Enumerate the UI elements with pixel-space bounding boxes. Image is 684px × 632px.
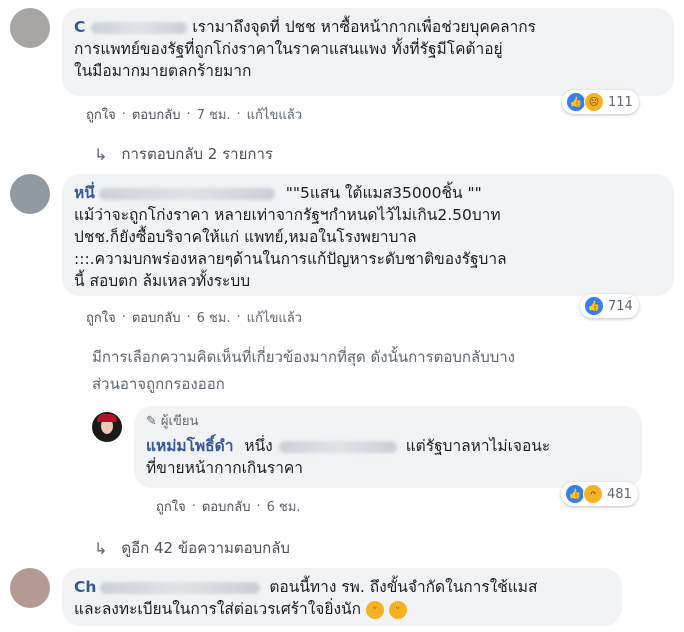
separator: · (236, 310, 241, 325)
commenter-name[interactable]: C (74, 18, 188, 36)
reaction-count: 714 (608, 298, 633, 314)
reaction-summary[interactable]: 👍 ☹ 111 (562, 90, 639, 114)
comment-bubble: หนึ่ ""5แสน ใต้แมส35000ชิ้น "" แม้ว่าจะถ… (62, 174, 674, 296)
avatar[interactable] (10, 174, 50, 214)
notice-text: มีการเลือกความคิดเห็นที่เกี่ยวข้องมากที่… (92, 348, 515, 366)
sad-face-emoji-icon: ᵕ (388, 600, 407, 619)
like-icon: 👍 (584, 296, 604, 316)
commenter-name[interactable]: แหม่มโพธิ์ดำ (146, 437, 233, 455)
comment-text: การแพทย์ของรัฐที่ถูกโก่งราคาในราคาแสนแพง… (74, 40, 503, 58)
like-link[interactable]: ถูกใจ (86, 104, 116, 125)
comment-bubble: C เรามาถึงจุดที่ ปชช หาซื้อหน้ากากเพื่อช… (62, 8, 674, 96)
like-icon: 👍 (566, 92, 586, 112)
comment-actions: ถูกใจ · ตอบกลับ · 7 ชม. · แก้ไขแล้ว (86, 104, 302, 125)
separator: · (186, 107, 191, 122)
reply-bubble: ✎ ผู้เขียน แหม่มโพธิ์ดำ หนึ่ง แต่รัฐบาลห… (134, 406, 642, 488)
view-more-replies-label: ดูอีก 42 ข้อความตอบกลับ (121, 539, 290, 557)
author-badge: ✎ ผู้เขียน (146, 411, 630, 433)
comment-actions: ถูกใจ · ตอบกลับ · 6 ชม. (156, 496, 301, 517)
reply-link[interactable]: ตอบกลับ (132, 307, 181, 328)
reaction-summary[interactable]: 👍 ᴖ 481 (561, 482, 638, 506)
sad-icon: ☹ (584, 92, 604, 112)
timestamp[interactable]: 6 ชม. (267, 496, 301, 517)
commenter-name[interactable]: หนึ่ (74, 184, 275, 202)
timestamp[interactable]: 6 ชม. (197, 307, 231, 328)
comment-text: นี้ สอบตก ล้มเหลวทั้งระบบ (74, 272, 251, 290)
separator: · (121, 107, 126, 122)
view-replies-link[interactable]: ↳ การตอบกลับ 2 รายการ (94, 142, 273, 166)
commenter-name[interactable]: Ch (74, 578, 261, 596)
avatar[interactable] (10, 568, 50, 608)
avatar[interactable] (10, 8, 50, 48)
notice-text: ส่วนอาจถูกกรองออก (92, 375, 225, 393)
comment-text: ตอนนี้ทาง รพ. ถึงขั้นจำกัดในการใช้แมส (269, 578, 538, 596)
reply-arrow-icon: ↳ (94, 538, 108, 558)
comment-text: ที่ขายหน้ากากเกินราคา (146, 459, 303, 477)
edited-label[interactable]: แก้ไขแล้ว (247, 307, 302, 328)
redacted-name (100, 581, 261, 594)
separator: · (186, 310, 191, 325)
redacted-name (98, 187, 275, 200)
separator: · (256, 499, 261, 514)
pencil-icon: ✎ (146, 414, 157, 429)
comment-quote: ""5แสน ใต้แมส35000ชิ้น "" (285, 184, 482, 202)
like-icon: 👍 (565, 484, 585, 504)
view-replies-label: การตอบกลับ 2 รายการ (121, 145, 273, 163)
redacted-name (278, 440, 397, 453)
comment-text: ในมือมากมายตลกร้ายมาก (74, 62, 252, 80)
comment-text: และลงทะเบียนในการใส่ต่อเวรเศร้าใจยิ่งนัก (74, 600, 361, 618)
sad-face-emoji-icon: ᵕ (365, 600, 384, 619)
author-avatar[interactable] (92, 412, 122, 442)
separator: · (191, 499, 196, 514)
timestamp[interactable]: 7 ชม. (197, 104, 231, 125)
reply-link[interactable]: ตอบกลับ (202, 496, 251, 517)
like-link[interactable]: ถูกใจ (86, 307, 116, 328)
haha-icon: ᴖ (583, 484, 603, 504)
comment-bubble: Ch ตอนนี้ทาง รพ. ถึงขั้นจำกัดในการใช้แมส… (62, 568, 622, 626)
redacted-name (91, 21, 188, 34)
reaction-count: 111 (608, 94, 633, 110)
reply-arrow-icon: ↳ (94, 144, 108, 164)
comment-text: เรามาถึงจุดที่ ปชช หาซื้อหน้ากากเพื่อช่ว… (192, 18, 536, 36)
edited-label[interactable]: แก้ไขแล้ว (247, 104, 302, 125)
comment-text: แม้ว่าจะถูกโก่งราคา หลายเท่าจากรัฐฯกำหนด… (74, 206, 501, 224)
commenter-name-tail: หนึ่ง (244, 437, 273, 455)
separator: · (236, 107, 241, 122)
separator: · (121, 310, 126, 325)
author-badge-label: ผู้เขียน (160, 414, 199, 429)
comment-actions: ถูกใจ · ตอบกลับ · 6 ชม. · แก้ไขแล้ว (86, 307, 302, 328)
reaction-count: 481 (607, 486, 632, 502)
filtered-replies-notice: มีการเลือกความคิดเห็นที่เกี่ยวข้องมากที่… (92, 344, 672, 398)
reply-link[interactable]: ตอบกลับ (132, 104, 181, 125)
reaction-summary[interactable]: 👍 714 (580, 294, 639, 318)
like-link[interactable]: ถูกใจ (156, 496, 186, 517)
view-more-replies-link[interactable]: ↳ ดูอีก 42 ข้อความตอบกลับ (94, 536, 290, 560)
comment-text: ปชช.ก็ยังซื้อบริจาคให้แก่ แพทย์,หมอในโรง… (74, 228, 417, 246)
comment-text: :::.ความบกพร่องหลายๆด้านในการแก้ปัญหาระด… (74, 250, 507, 268)
comment-text: แต่รัฐบาลหาไม่เจอนะ (405, 437, 551, 455)
